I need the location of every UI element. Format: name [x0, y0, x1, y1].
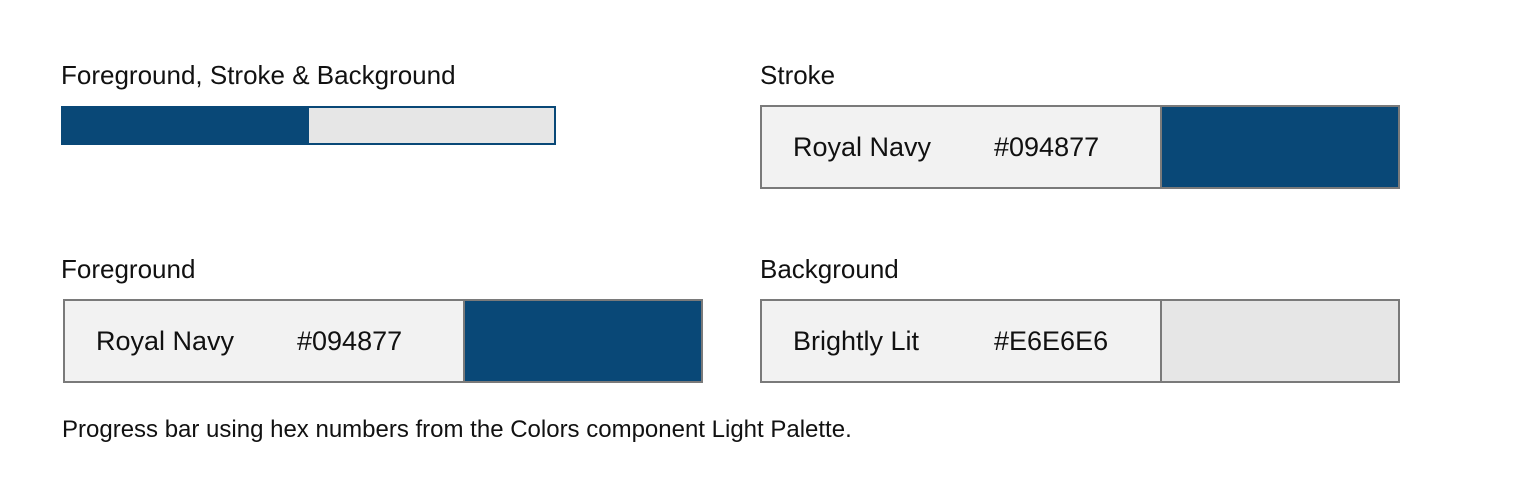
progress-bar-fill: [63, 108, 309, 143]
foreground-color-card: Royal Navy #094877: [63, 299, 703, 383]
foreground-color-swatch: [465, 301, 701, 381]
progress-bar: [61, 106, 556, 145]
progress-section-label: Foreground, Stroke & Background: [61, 60, 456, 90]
background-color-card: Brightly Lit #E6E6E6: [760, 299, 1400, 383]
foreground-color-hex: #094877: [297, 325, 403, 356]
stroke-color-name: Royal Navy: [793, 131, 932, 162]
stroke-color-hex: #094877: [994, 131, 1100, 162]
foreground-color-name: Royal Navy: [96, 325, 235, 356]
foreground-color-info: Royal Navy #094877: [65, 301, 465, 381]
background-color-swatch: [1162, 301, 1398, 381]
foreground-section-label: Foreground: [61, 254, 196, 284]
caption-text: Progress bar using hex numbers from the …: [62, 416, 852, 443]
stroke-color-info: Royal Navy #094877: [762, 107, 1162, 187]
stroke-section-label: Stroke: [760, 60, 836, 90]
background-color-hex: #E6E6E6: [994, 325, 1109, 356]
background-color-info: Brightly Lit #E6E6E6: [762, 301, 1162, 381]
stroke-color-swatch: [1162, 107, 1398, 187]
background-color-name: Brightly Lit: [793, 325, 920, 356]
background-section-label: Background: [760, 254, 899, 284]
stroke-color-card: Royal Navy #094877: [760, 105, 1400, 189]
